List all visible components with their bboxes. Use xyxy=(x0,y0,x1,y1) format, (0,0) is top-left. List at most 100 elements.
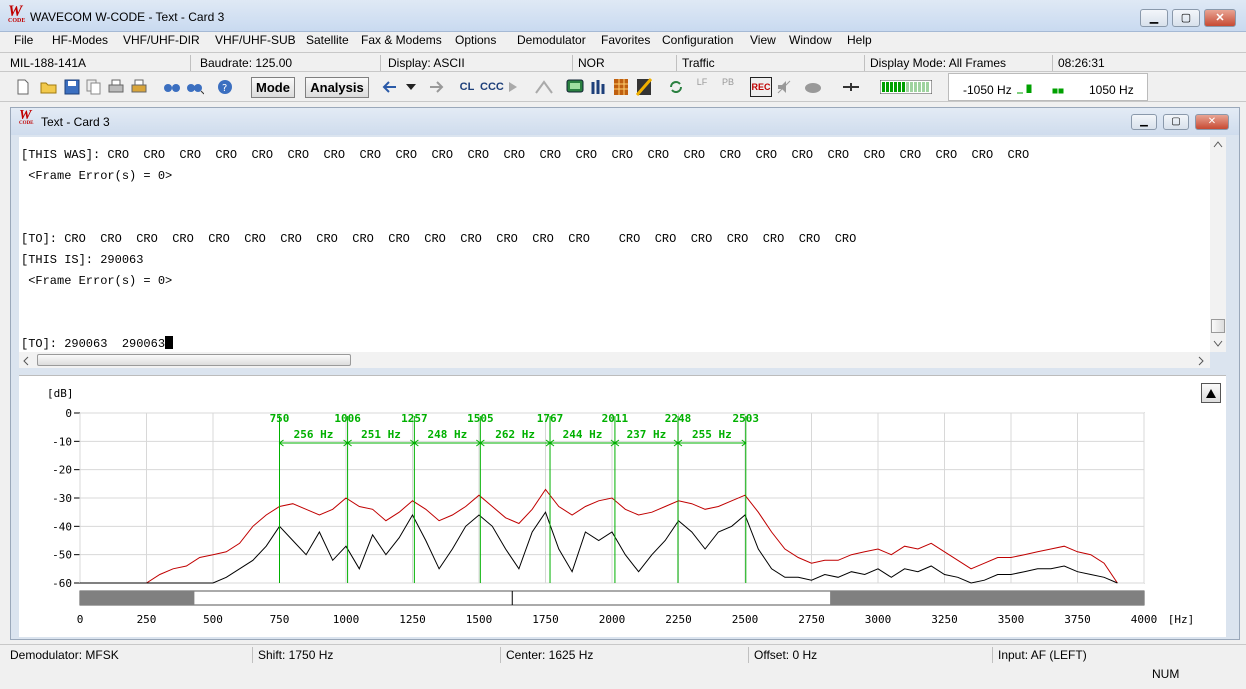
display-icon[interactable] xyxy=(566,78,584,96)
scroll-up-icon[interactable] xyxy=(1213,140,1223,148)
mode-status-bar: MIL-188-141A Baudrate: 125.00 Display: A… xyxy=(0,52,1246,72)
bars-icon[interactable] xyxy=(590,78,608,96)
arrow-right-icon[interactable] xyxy=(428,80,444,94)
child-title-bar: W CODE Text - Card 3 ▁ ▢ ✕ xyxy=(11,108,1239,135)
level-segment xyxy=(886,82,889,92)
copy-icon[interactable] xyxy=(86,79,102,95)
mute-icon[interactable] xyxy=(776,79,792,95)
close-button[interactable]: ✕ xyxy=(1204,9,1236,27)
collapse-panel-button[interactable] xyxy=(1201,383,1221,403)
traffic: Traffic xyxy=(682,56,715,70)
clear-button[interactable]: CL xyxy=(458,77,476,97)
zoom-icon[interactable] xyxy=(842,80,860,94)
x-tick-label: 3000 xyxy=(865,613,892,626)
menu-fax-modems[interactable]: Fax & Modems xyxy=(361,33,442,47)
menu-favorites[interactable]: Favorites xyxy=(601,33,650,47)
pattern-icon[interactable] xyxy=(636,78,652,96)
x-tick-label: 1500 xyxy=(466,613,493,626)
y-tick-label: -30 xyxy=(52,492,72,505)
text-line: [TO]: CRO CRO CRO CRO CRO CRO CRO CRO CR… xyxy=(21,232,857,246)
scroll-down-icon[interactable] xyxy=(1213,340,1223,348)
open-icon[interactable] xyxy=(40,79,58,95)
playback-button[interactable]: PB xyxy=(718,77,738,97)
play-icon[interactable] xyxy=(508,81,518,93)
new-icon[interactable] xyxy=(16,79,30,95)
help-icon[interactable]: ? xyxy=(217,79,233,95)
window-title: WAVECOM W-CODE - Text - Card 3 xyxy=(30,10,225,24)
line-feed-button[interactable]: LF xyxy=(694,77,710,97)
level-meter-icon xyxy=(880,80,932,94)
child-maximize-button[interactable]: ▢ xyxy=(1163,114,1189,130)
dropdown-icon[interactable] xyxy=(405,83,417,91)
menu-vhf-uhf-dir[interactable]: VHF/UHF-DIR xyxy=(123,33,200,47)
x-tick-label: 4000 xyxy=(1131,613,1158,626)
horizontal-scroll-thumb[interactable] xyxy=(37,354,351,366)
find-next-icon[interactable] xyxy=(186,79,204,95)
cloud-icon[interactable] xyxy=(804,80,822,94)
horizontal-scrollbar[interactable] xyxy=(19,352,1210,368)
analysis-button[interactable]: Analysis xyxy=(305,77,369,98)
x-tick-label: 3750 xyxy=(1064,613,1091,626)
menu-help[interactable]: Help xyxy=(847,33,872,47)
menu-bar: File HF-Modes VHF/UHF-DIR VHF/UHF-SUB Sa… xyxy=(0,32,1246,50)
tone-spacing-label: 248 Hz xyxy=(427,428,467,441)
text-line: <Frame Error(s) = 0> xyxy=(21,169,173,183)
menu-options[interactable]: Options xyxy=(455,33,496,47)
child-minimize-button[interactable]: ▁ xyxy=(1131,114,1157,130)
tone-spacing-label: 262 Hz xyxy=(495,428,535,441)
y-tick-label: -50 xyxy=(52,549,72,562)
tone-spacing-label: 251 Hz xyxy=(361,428,401,441)
ccc-button[interactable]: CCC xyxy=(480,77,504,97)
status-bar: Demodulator: MFSK Shift: 1750 Hz Center:… xyxy=(0,644,1246,664)
fft-spectrum-panel: 0 -10 -20 -30 -40 -50 -60 [dB] 0 250 500 750 1000 125… xyxy=(19,375,1226,637)
scroll-left-icon[interactable] xyxy=(22,356,30,366)
toolbar: ? Mode Analysis CL CCC LF PB REC -1050 H… xyxy=(0,73,1246,102)
child-close-button[interactable]: ✕ xyxy=(1195,114,1229,130)
menu-demodulator[interactable]: Demodulator xyxy=(517,33,586,47)
refresh-icon[interactable] xyxy=(668,79,684,95)
mode-button[interactable]: Mode xyxy=(251,77,295,98)
tuning-indicator: -1050 Hz 1050 Hz xyxy=(948,73,1148,101)
find-icon[interactable] xyxy=(163,79,181,95)
menu-view[interactable]: View xyxy=(750,33,776,47)
menu-file[interactable]: File xyxy=(14,33,33,47)
menu-vhf-uhf-sub[interactable]: VHF/UHF-SUB xyxy=(215,33,296,47)
tone-marker-label: 1767 xyxy=(537,412,564,425)
minimize-button[interactable]: ▁ xyxy=(1140,9,1168,27)
menu-hf-modes[interactable]: HF-Modes xyxy=(52,33,108,47)
menu-window[interactable]: Window xyxy=(789,33,832,47)
maximize-button[interactable]: ▢ xyxy=(1172,9,1200,27)
print-preview-icon[interactable] xyxy=(131,79,147,95)
arrow-left-icon[interactable] xyxy=(382,80,398,94)
vertical-scrollbar[interactable] xyxy=(1210,137,1226,352)
x-tick-label: 2250 xyxy=(665,613,692,626)
tone-marker-label: 1505 xyxy=(467,412,494,425)
x-axis-unit: [Hz] xyxy=(1168,613,1195,626)
offset-status: Offset: 0 Hz xyxy=(754,648,818,662)
text-line: [THIS IS]: 290063 xyxy=(21,253,144,267)
record-button[interactable]: REC xyxy=(750,77,772,97)
level-segment xyxy=(926,82,929,92)
menu-configuration[interactable]: Configuration xyxy=(662,33,733,47)
x-tick-label: 2000 xyxy=(599,613,626,626)
tune-icon[interactable] xyxy=(534,79,554,95)
tone-marker-label: 750 xyxy=(270,412,290,425)
x-tick-label: 750 xyxy=(270,613,290,626)
range-bar-filter-high xyxy=(830,591,1144,605)
x-tick-label: 2750 xyxy=(798,613,825,626)
vertical-scroll-thumb[interactable] xyxy=(1211,319,1225,333)
y-tick-label: -40 xyxy=(52,520,72,533)
save-icon[interactable] xyxy=(64,79,80,95)
mode-name: MIL-188-141A xyxy=(10,56,87,70)
menu-satellite[interactable]: Satellite xyxy=(306,33,349,47)
polarity: NOR xyxy=(578,56,605,70)
tone-marker-label: 2248 xyxy=(665,412,692,425)
x-tick-label: 3500 xyxy=(998,613,1025,626)
child-title: Text - Card 3 xyxy=(41,115,110,129)
print-icon[interactable] xyxy=(108,79,124,95)
grid-icon[interactable] xyxy=(613,78,629,96)
text-line-last: [TO]: 290063 290063 xyxy=(21,336,174,351)
decoded-text-area[interactable]: [THIS WAS]: CRO CRO CRO CRO CRO CRO CRO … xyxy=(19,137,1226,352)
scroll-right-icon[interactable] xyxy=(1197,356,1205,366)
wavecom-child-logo-icon: W CODE xyxy=(19,108,34,127)
